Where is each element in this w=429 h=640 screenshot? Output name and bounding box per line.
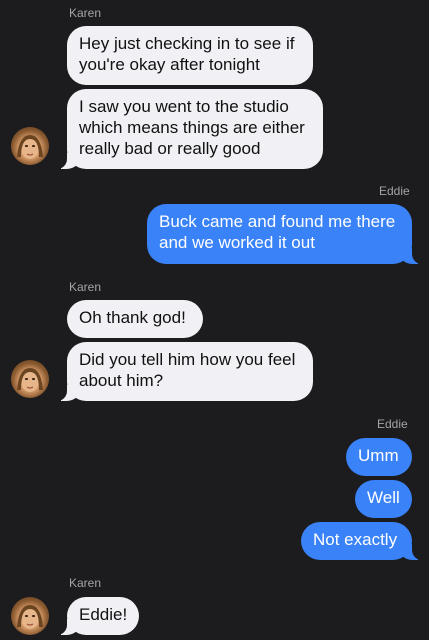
avatar-photo-icon	[17, 368, 43, 392]
message-line: Buck came and found me there	[159, 212, 396, 231]
message-line: Not exactly	[313, 530, 398, 549]
sender-name-karen: Karen	[69, 576, 102, 590]
incoming-message-bubble[interactable]: I saw you went to the studio which means…	[57, 89, 323, 169]
outgoing-message-bubble[interactable]: Not exactly	[301, 522, 422, 560]
incoming-message-bubble[interactable]: Eddie!	[57, 597, 139, 635]
contact-avatar-karen[interactable]	[11, 127, 49, 165]
avatar-photo-icon	[17, 135, 43, 159]
sender-name-karen: Karen	[69, 6, 102, 20]
message-line: about him?	[79, 371, 164, 390]
message-thread[interactable]: Karen Hey just checking in to see if you…	[0, 0, 429, 640]
incoming-message-bubble[interactable]: Oh thank god!	[67, 300, 203, 338]
message-line: which means things are either	[79, 118, 305, 137]
message-line: Umm	[358, 446, 399, 465]
message-line: I saw you went to the studio	[79, 97, 289, 116]
outgoing-message-bubble[interactable]: Well	[355, 480, 412, 518]
outgoing-message-bubble[interactable]: Buck came and found me there and we work…	[147, 204, 422, 264]
sender-name-eddie: Eddie	[379, 184, 410, 198]
contact-avatar-karen[interactable]	[11, 360, 49, 398]
message-line: really bad or really good	[79, 139, 261, 158]
message-line: Oh thank god!	[79, 308, 186, 327]
message-line: and we worked it out	[159, 233, 315, 252]
message-line: Eddie!	[79, 605, 128, 624]
incoming-message-bubble[interactable]: Did you tell him how you feel about him?	[57, 342, 313, 401]
sender-name-karen: Karen	[69, 280, 102, 294]
message-line: Hey just checking in to see if	[79, 34, 295, 53]
message-line: you're okay after tonight	[79, 55, 260, 74]
outgoing-message-bubble[interactable]: Umm	[346, 438, 412, 476]
message-line: Did you tell him how you feel	[79, 350, 296, 369]
sender-name-eddie: Eddie	[377, 417, 408, 431]
contact-avatar-karen[interactable]	[11, 597, 49, 635]
avatar-photo-icon	[17, 605, 43, 629]
incoming-message-bubble[interactable]: Hey just checking in to see if you're ok…	[67, 26, 313, 85]
message-line: Well	[367, 488, 400, 507]
